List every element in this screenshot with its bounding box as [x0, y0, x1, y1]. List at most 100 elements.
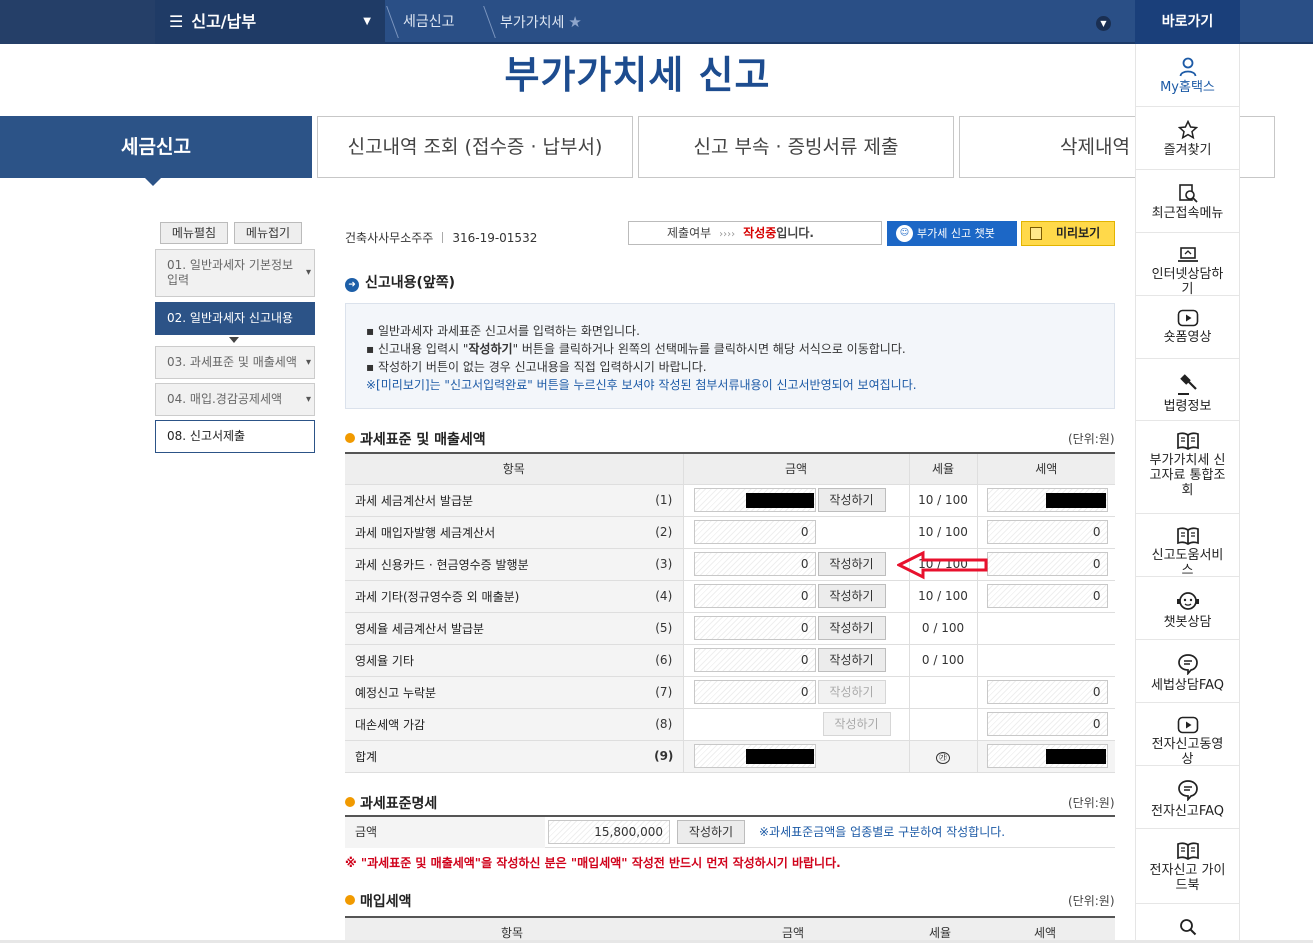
- quick-menu-item[interactable]: 신고도움서비스: [1136, 514, 1239, 578]
- quick-menu-item[interactable]: 전자신고FAQ: [1136, 766, 1239, 829]
- amount-input[interactable]: 0: [693, 616, 816, 640]
- tax-input[interactable]: 0: [986, 584, 1108, 608]
- sidebar-item-basic-info[interactable]: 01. 일반과세자 기본정보 입력 ▾: [155, 249, 315, 297]
- tax-input[interactable]: 0: [986, 712, 1108, 736]
- expand-down-icon[interactable]: ▼: [1096, 16, 1111, 31]
- table-row: 영세율 기타 (6) 0 작성하기 0 / 100: [345, 644, 1115, 677]
- amount-input[interactable]: [693, 488, 816, 512]
- arrow-right-icon: ➜: [345, 278, 359, 292]
- amount-input[interactable]: 0: [693, 648, 816, 672]
- sidebar-pointer: [229, 337, 239, 343]
- bullet-icon: [345, 895, 355, 905]
- menu-select-dropdown[interactable]: ☰ 신고/납부 ▼: [155, 0, 385, 44]
- tax-input[interactable]: 0: [986, 680, 1108, 704]
- tab-report-history[interactable]: 신고내역 조회 (접수증 · 납부서): [317, 116, 633, 178]
- write-button[interactable]: 작성하기: [817, 616, 886, 640]
- column-header: 항목: [501, 926, 524, 940]
- quick-menu-label: 최근접속메뉴: [1151, 206, 1224, 221]
- breadcrumb-item-2[interactable]: 부가가치세 ★: [500, 0, 582, 44]
- sidebar-item-sales-tax[interactable]: 03. 과세표준 및 매출세액 ▾: [155, 346, 315, 379]
- chatbot-button[interactable]: ☺ 부가세 신고 챗봇: [887, 221, 1017, 246]
- quick-menu-item[interactable]: 즐겨찾기: [1136, 107, 1239, 170]
- column-header: 세액: [976, 452, 1115, 485]
- write-button[interactable]: 작성하기: [817, 488, 886, 512]
- unit-label: (단위:원): [1068, 894, 1115, 908]
- sidebar-item-submit[interactable]: 08. 신고서제출: [155, 420, 315, 453]
- quick-menu-item[interactable]: 챗봇상담: [1136, 577, 1239, 640]
- tax-input[interactable]: 0: [986, 520, 1108, 544]
- quick-menu-item[interactable]: 법령정보: [1136, 359, 1239, 421]
- breadcrumb-item-1[interactable]: 세금신고: [403, 0, 455, 44]
- tax-cell: 0: [976, 516, 1115, 549]
- sidebar-item-label: 02. 일반과세자 신고내용: [167, 311, 294, 325]
- quick-menu-item[interactable]: 세법상담FAQ: [1136, 640, 1239, 703]
- expand-menu-button[interactable]: 메뉴펼침: [160, 222, 228, 244]
- amount-cell: 0 작성하기: [682, 612, 909, 645]
- sales-title-text: 과세표준 및 매출세액: [360, 432, 486, 448]
- quick-menu-item[interactable]: 숏폼영상: [1136, 296, 1239, 359]
- write-button-disabled: 작성하기: [817, 680, 886, 704]
- info-line-3: ▪ 작성하기 버튼이 없는 경우 신고내용을 직접 입력하시기 바랍니다.: [366, 360, 707, 374]
- quick-menu-item[interactable]: My홈택스: [1136, 44, 1239, 107]
- search-icon[interactable]: [1179, 918, 1197, 940]
- quick-menu-item[interactable]: 전자신고 가이드북: [1136, 829, 1239, 904]
- quick-menu-item[interactable]: 부가가치세 신고자료 통합조회: [1136, 421, 1239, 514]
- quick-menu-item[interactable]: 전자신고동영상: [1136, 703, 1239, 767]
- tax-cell: 0: [976, 676, 1115, 709]
- quick-menu-label: 즐겨찾기: [1163, 143, 1212, 158]
- tab-attachments[interactable]: 신고 부속 · 증빙서류 제출: [638, 116, 954, 178]
- page-title: 부가가치세 신고: [504, 53, 771, 97]
- quick-menu-item[interactable]: 인터넷상담하기: [1136, 233, 1239, 297]
- column-header: 금액: [782, 926, 805, 940]
- bullet-icon: [345, 797, 355, 807]
- row-label: 합계: [345, 740, 645, 773]
- preview-button-label: 미리보기: [1056, 226, 1101, 240]
- play-icon: [1136, 309, 1239, 327]
- write-button[interactable]: 작성하기: [677, 820, 745, 844]
- sidebar-item-purchase-deduction[interactable]: 04. 매입.경감공제세액 ▾: [155, 383, 315, 416]
- row-number: (9): [645, 740, 683, 773]
- speech-icon: [1136, 779, 1239, 801]
- amount-input[interactable]: 0: [693, 552, 816, 576]
- base-amount-input[interactable]: 15,800,000: [548, 820, 670, 844]
- business-reg-no: 316-19-01532: [452, 231, 538, 245]
- row-number: (5): [645, 612, 683, 645]
- info-box: ▪ 일반과세자 과세표준 신고서를 입력하는 화면입니다. ▪ 신고내용 입력시…: [345, 303, 1115, 409]
- recent-icon: [1136, 183, 1239, 203]
- amount-cell: 0 작성하기: [682, 676, 909, 709]
- breadcrumb-item-2-label: 부가가치세: [500, 15, 565, 31]
- favorite-star-icon[interactable]: ★: [568, 13, 581, 31]
- chatbot-icon: ☺: [896, 225, 913, 242]
- tax-cell: [976, 484, 1115, 517]
- write-button[interactable]: 작성하기: [817, 648, 886, 672]
- row-label: 영세율 기타: [345, 644, 645, 677]
- speech-icon: [1136, 653, 1239, 675]
- base-note: ※과세표준금액을 업종별로 구분하여 작성합니다.: [759, 825, 1006, 839]
- top-navigation-bar: ☰ 신고/납부 ▼ 세금신고 부가가치세 ★ ▼ 바로가기: [0, 0, 1313, 44]
- bullet-icon: [345, 433, 355, 443]
- write-button[interactable]: 작성하기: [817, 552, 886, 576]
- document-icon: [1030, 227, 1042, 240]
- tax-input[interactable]: [986, 488, 1108, 512]
- sidebar-item-label: 08. 신고서제출: [167, 429, 246, 443]
- quick-menu-label: 전자신고 가이드북: [1149, 863, 1226, 893]
- write-button[interactable]: 작성하기: [817, 584, 886, 608]
- menu-select-label: 신고/납부: [191, 12, 257, 31]
- amount-input[interactable]: 0: [693, 584, 816, 608]
- amount-input[interactable]: 0: [693, 520, 816, 544]
- tax-input[interactable]: 0: [986, 552, 1108, 576]
- total-tax-input: [986, 744, 1108, 768]
- circled-symbol: ㉮: [936, 751, 950, 764]
- sidebar-item-report-content[interactable]: 02. 일반과세자 신고내용: [155, 302, 315, 335]
- tab-tax-report[interactable]: 세금신고: [0, 116, 312, 186]
- collapse-menu-button[interactable]: 메뉴접기: [234, 222, 302, 244]
- status-value: 작성중: [743, 226, 777, 240]
- status-arrows: ››››: [719, 229, 736, 240]
- row-label: 과세 신용카드 · 현금영수증 발행분: [345, 548, 645, 581]
- base-amount-label: 금액: [345, 817, 545, 848]
- preview-button[interactable]: 미리보기: [1021, 221, 1115, 246]
- info-text-bold: 작성하기: [468, 342, 513, 356]
- amount-input[interactable]: 0: [693, 680, 816, 704]
- quick-menu-item[interactable]: 최근접속메뉴: [1136, 170, 1239, 233]
- purchase-section-title: 매입세액: [345, 891, 412, 911]
